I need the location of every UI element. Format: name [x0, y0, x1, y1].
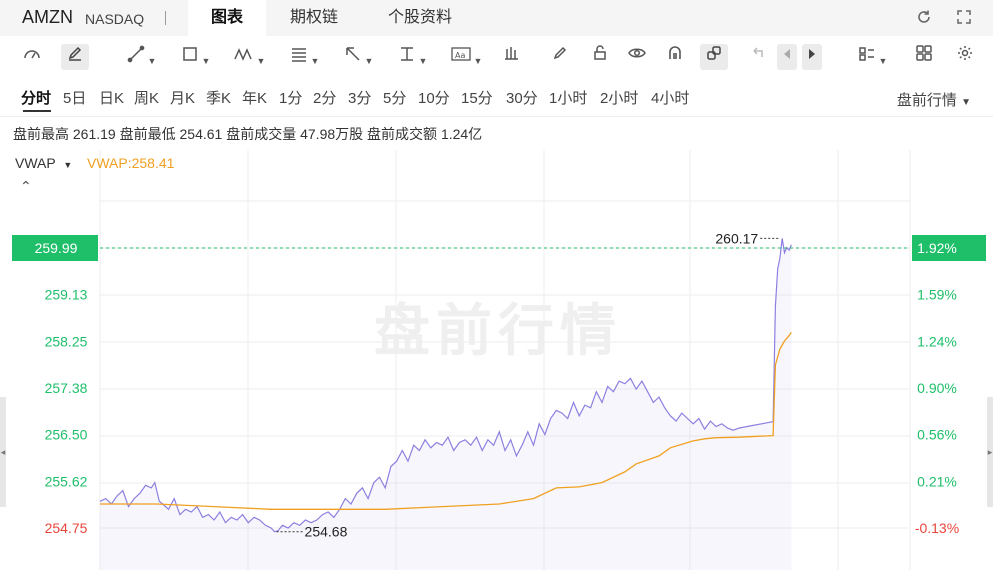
brush-icon[interactable]	[548, 44, 572, 70]
price-axis: 259.99 259.13 258.25 257.38 256.50 255.62 254.…	[12, 235, 98, 536]
low-label: 盘前最低	[119, 126, 176, 142]
vwap-value: VWAP:258.41	[87, 155, 175, 171]
indicator-selector[interactable]: VWAP ▼	[15, 155, 72, 171]
percent-tick-label: 0.90%	[917, 380, 957, 396]
period-day-k[interactable]: 日K	[99, 87, 124, 108]
gauge-icon[interactable]	[20, 44, 44, 70]
drawing-toolbar: ▼ ▼ ▼ ▼ ▼ ▼ Aa ▼ ▼	[0, 38, 993, 76]
percent-tick-label: 1.24%	[917, 333, 957, 349]
grid-icon[interactable]	[912, 44, 936, 70]
period-year-k[interactable]: 年K	[242, 87, 267, 108]
top-bar: AMZN NASDAQ 图表 期权链 个股资料	[0, 0, 993, 36]
chevron-up-icon[interactable]: ⌃	[20, 178, 32, 195]
percent-tick-label: 1.92%	[917, 240, 957, 256]
chart-type-icon[interactable]	[500, 44, 524, 70]
price-tick-label: 255.62	[45, 473, 88, 489]
magnet-icon[interactable]	[663, 44, 687, 70]
period-2h[interactable]: 2小时	[600, 87, 638, 108]
line-tool-icon[interactable]: ▼	[122, 44, 160, 70]
settings-icon[interactable]	[953, 44, 977, 70]
indicator-name: VWAP	[15, 155, 56, 171]
rect-tool-icon[interactable]: ▼	[176, 44, 214, 70]
period-15m[interactable]: 15分	[461, 87, 493, 108]
measure-tool-icon[interactable]: ▼	[393, 44, 431, 70]
pencil-icon[interactable]	[61, 44, 89, 70]
eye-icon[interactable]	[625, 44, 649, 70]
chevron-down-icon: ▼	[961, 97, 971, 108]
fullscreen-icon[interactable]	[954, 8, 974, 28]
stats-divider	[0, 116, 993, 117]
period-30m[interactable]: 30分	[506, 87, 538, 108]
period-selector: 分时 5日 日K 周K 月K 季K 年K 1分 2分 3分 5分 10分 15分…	[0, 82, 993, 112]
period-quarter-k[interactable]: 季K	[206, 87, 231, 108]
arrow-tool-icon[interactable]: ▼	[339, 44, 377, 70]
amount-label: 盘前成交额	[367, 126, 438, 142]
percent-tick-label: 1.59%	[917, 287, 957, 303]
lock-icon[interactable]	[588, 44, 612, 70]
wave-tool-icon[interactable]: ▼	[229, 44, 269, 70]
header-divider	[165, 11, 166, 25]
percent-axis: 1.92% 1.59% 1.24% 0.90% 0.56% 0.21% -0.13%	[912, 235, 986, 536]
price-tick-label: 258.25	[45, 333, 88, 349]
intraday-chart[interactable]: 盘前行情 259.99 259.13 258.25 257.38 256.50 255.6…	[0, 150, 993, 570]
layout-icon[interactable]: ▼	[852, 44, 892, 70]
tab-chart[interactable]: 图表	[188, 0, 266, 36]
text-tool-icon[interactable]: Aa ▼	[446, 44, 486, 70]
price-tick-label: 259.99	[35, 240, 78, 256]
percent-tick-label: 0.21%	[917, 473, 957, 489]
link-icon[interactable]	[700, 44, 728, 70]
percent-tick-label: 0.56%	[917, 427, 957, 443]
tab-stock-profile[interactable]: 个股资料	[372, 0, 468, 36]
play-icon[interactable]	[802, 44, 822, 70]
volume-label: 盘前成交量	[226, 126, 297, 142]
left-scroll-handle[interactable]: ◂	[0, 397, 6, 507]
high-label: 盘前最高	[13, 126, 69, 142]
chevron-down-icon: ▼	[63, 160, 73, 170]
period-2m[interactable]: 2分	[313, 87, 336, 108]
volume-value: 47.98万股	[300, 126, 364, 142]
max-price-label: 260.17	[715, 230, 758, 246]
ticker-symbol: AMZN	[22, 7, 73, 27]
undo-icon[interactable]	[748, 44, 768, 70]
period-5m[interactable]: 5分	[383, 87, 406, 108]
low-value: 254.61	[179, 126, 223, 142]
period-5d[interactable]: 5日	[63, 87, 86, 108]
period-1m[interactable]: 1分	[279, 87, 302, 108]
chart-watermark: 盘前行情	[374, 299, 622, 364]
premarket-stats: 盘前最高 261.19 盘前最低 254.61 盘前成交量 47.98万股 盘前…	[13, 124, 482, 144]
period-month-k[interactable]: 月K	[170, 87, 195, 108]
refresh-icon[interactable]	[914, 8, 934, 28]
right-scroll-handle[interactable]: ▸	[987, 397, 993, 507]
svg-text:Aa: Aa	[455, 51, 465, 60]
min-price-label: 254.68	[305, 524, 348, 540]
prev-icon[interactable]	[777, 44, 797, 70]
price-tick-label: 256.50	[45, 427, 88, 443]
period-intraday[interactable]: 分时	[21, 87, 51, 108]
percent-tick-label: -0.13%	[915, 520, 959, 536]
period-week-k[interactable]: 周K	[134, 87, 159, 108]
fib-tool-icon[interactable]: ▼	[285, 44, 323, 70]
price-tick-label: 259.13	[45, 287, 88, 303]
session-label: 盘前行情	[896, 92, 957, 109]
price-area-fill	[100, 238, 792, 570]
period-4h[interactable]: 4小时	[651, 87, 689, 108]
high-value: 261.19	[72, 126, 116, 142]
price-tick-label: 257.38	[45, 380, 88, 396]
amount-value: 1.24亿	[440, 126, 483, 142]
session-selector[interactable]: 盘前行情 ▼	[897, 89, 971, 110]
active-period-underline	[23, 110, 51, 112]
period-3m[interactable]: 3分	[348, 87, 371, 108]
exchange-name: NASDAQ	[85, 11, 145, 27]
price-tick-label: 254.75	[45, 520, 88, 536]
period-1h[interactable]: 1小时	[549, 87, 587, 108]
tab-options-chain[interactable]: 期权链	[275, 0, 353, 36]
period-10m[interactable]: 10分	[418, 87, 450, 108]
